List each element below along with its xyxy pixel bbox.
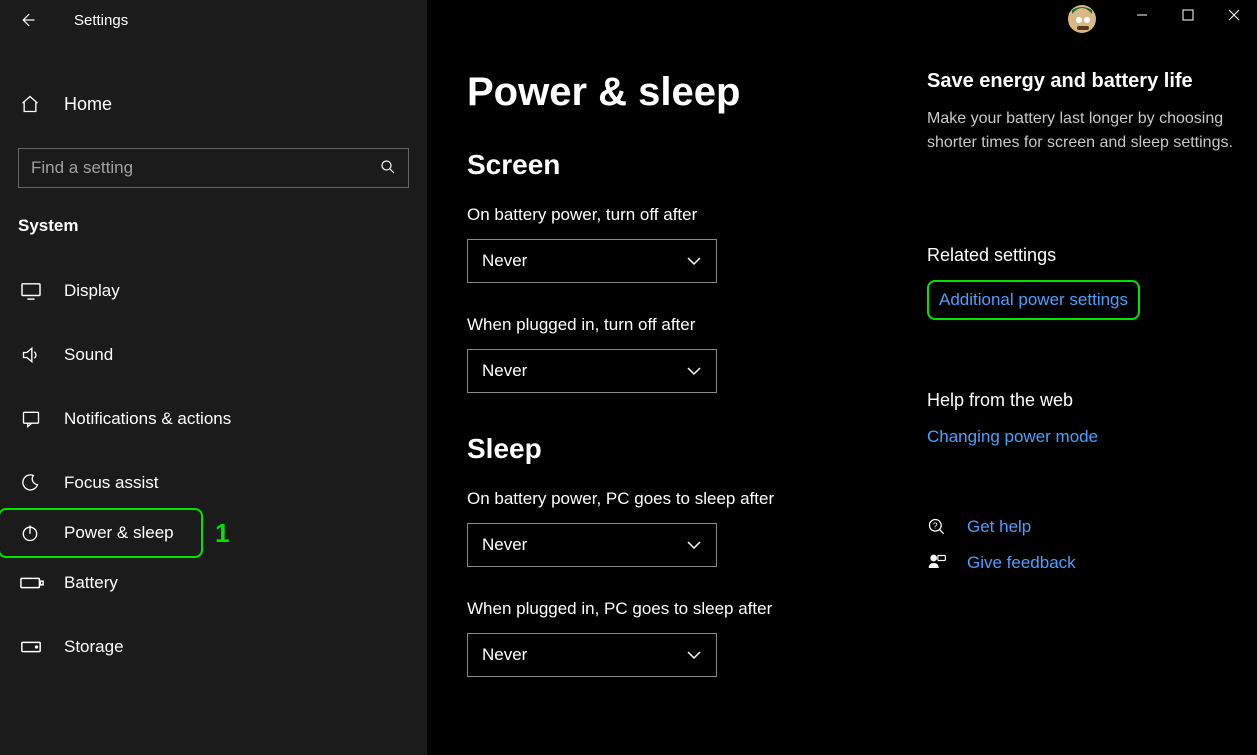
arrow-left-icon <box>18 11 36 29</box>
moon-icon <box>20 473 46 493</box>
minimize-icon <box>1136 9 1148 21</box>
give-feedback-link[interactable]: Give feedback <box>967 553 1076 573</box>
section-screen: Screen <box>467 149 867 181</box>
power-icon <box>20 523 46 543</box>
home-icon <box>20 94 42 114</box>
chevron-down-icon <box>686 540 702 550</box>
sidebar-item-notifications[interactable]: Notifications & actions <box>0 394 427 444</box>
search-container <box>18 148 409 188</box>
energy-heading: Save energy and battery life <box>927 70 1257 93</box>
sleep-plugged-label: When plugged in, PC goes to sleep after <box>467 599 867 619</box>
titlebar: Settings <box>0 0 427 40</box>
select-value: Never <box>482 361 527 381</box>
main-content: Power & sleep Screen On battery power, t… <box>427 0 1257 755</box>
sidebar: Settings Home System Display Sound Notif… <box>0 0 427 755</box>
settings-column: Power & sleep Screen On battery power, t… <box>467 70 867 677</box>
home-label: Home <box>64 94 112 115</box>
additional-power-settings-link[interactable]: Additional power settings <box>927 280 1140 320</box>
get-help-link[interactable]: Get help <box>967 517 1031 537</box>
sound-icon <box>20 345 46 365</box>
sidebar-item-sound[interactable]: Sound <box>0 330 427 380</box>
user-avatar[interactable] <box>1067 4 1097 34</box>
chevron-down-icon <box>686 256 702 266</box>
select-value: Never <box>482 645 527 665</box>
sidebar-item-display[interactable]: Display <box>0 266 427 316</box>
sleep-plugged-select[interactable]: Never <box>467 633 717 677</box>
sidebar-item-label: Notifications & actions <box>64 409 231 429</box>
select-value: Never <box>482 535 527 555</box>
screen-battery-select[interactable]: Never <box>467 239 717 283</box>
changing-power-mode-link[interactable]: Changing power mode <box>927 427 1098 447</box>
sidebar-item-label: Battery <box>64 573 118 593</box>
select-value: Never <box>482 251 527 271</box>
annotation-marker-1: 1 <box>215 518 229 549</box>
notifications-icon <box>20 409 46 429</box>
sleep-battery-label: On battery power, PC goes to sleep after <box>467 489 867 509</box>
sidebar-item-storage[interactable]: Storage <box>0 622 427 672</box>
sidebar-item-focus-assist[interactable]: Focus assist <box>0 458 427 508</box>
sleep-battery-select[interactable]: Never <box>467 523 717 567</box>
sidebar-item-label: Focus assist <box>64 473 158 493</box>
home-nav[interactable]: Home <box>0 80 427 128</box>
feedback-icon <box>927 553 949 573</box>
related-heading: Related settings <box>927 245 1257 266</box>
back-button[interactable] <box>12 5 42 35</box>
sidebar-item-label: Power & sleep <box>64 523 174 543</box>
sidebar-item-label: Sound <box>64 345 113 365</box>
sidebar-item-label: Display <box>64 281 120 301</box>
help-heading: Help from the web <box>927 390 1257 411</box>
energy-body: Make your battery last longer by choosin… <box>927 107 1257 155</box>
sidebar-item-label: Storage <box>64 637 124 657</box>
display-icon <box>20 282 46 300</box>
search-icon <box>379 158 397 176</box>
page-title: Power & sleep <box>467 70 867 115</box>
svg-text:?: ? <box>933 521 938 531</box>
chevron-down-icon <box>686 650 702 660</box>
storage-icon <box>20 640 46 654</box>
battery-icon <box>20 576 46 590</box>
screen-battery-label: On battery power, turn off after <box>467 205 867 225</box>
close-icon <box>1228 9 1240 21</box>
help-icon: ? <box>927 517 949 537</box>
maximize-icon <box>1182 9 1194 21</box>
nav-list: Display Sound Notifications & actions Fo… <box>0 266 427 672</box>
search-input[interactable] <box>18 148 409 188</box>
chevron-down-icon <box>686 366 702 376</box>
minimize-button[interactable] <box>1119 0 1165 30</box>
maximize-button[interactable] <box>1165 0 1211 30</box>
close-button[interactable] <box>1211 0 1257 30</box>
info-column: Save energy and battery life Make your b… <box>927 70 1257 677</box>
screen-plugged-select[interactable]: Never <box>467 349 717 393</box>
section-sleep: Sleep <box>467 433 867 465</box>
sidebar-item-battery[interactable]: Battery <box>0 558 427 608</box>
window-controls <box>1119 0 1257 30</box>
app-title: Settings <box>74 12 128 29</box>
sidebar-item-power-sleep[interactable]: Power & sleep <box>0 508 203 558</box>
section-label-system: System <box>18 216 427 236</box>
screen-plugged-label: When plugged in, turn off after <box>467 315 867 335</box>
